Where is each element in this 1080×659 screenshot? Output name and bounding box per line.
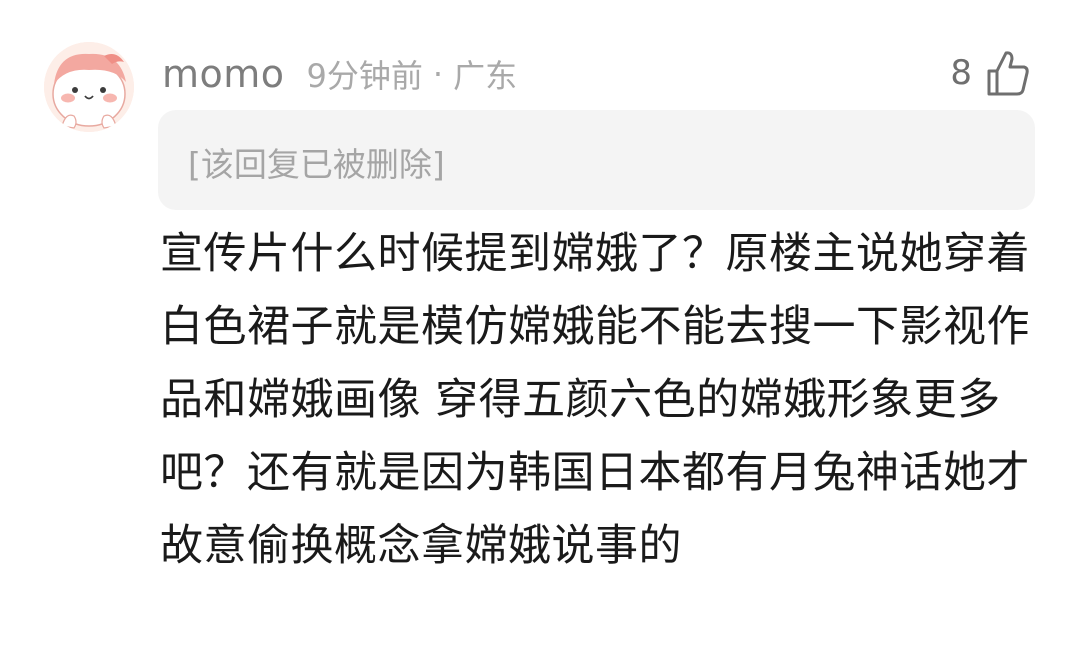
quoted-reply-text: [该回复已被删除] <box>188 145 445 184</box>
comment-header: momo 9分钟前 · 广东 <box>162 50 517 98</box>
quoted-reply[interactable]: [该回复已被删除] <box>158 110 1035 210</box>
comment-location: 广东 <box>453 57 518 95</box>
comment-body: 宣传片什么时候提到嫦娥了？原楼主说她穿着白色裙子就是模仿嫦娥能不能去搜一下影视作… <box>160 229 1030 571</box>
username[interactable]: momo <box>162 52 285 96</box>
thumbs-up-icon <box>987 51 1029 96</box>
cartoon-avatar-icon <box>44 42 134 132</box>
comment-item: momo 9分钟前 · 广东 8 [该回复已被删除] 宣传片什么时候提到嫦娥了？… <box>0 0 1080 659</box>
like-count: 8 <box>950 53 972 93</box>
comment-time: 9分钟前 <box>306 57 423 95</box>
avatar[interactable] <box>44 42 134 132</box>
like-button[interactable]: 8 <box>950 46 1030 100</box>
meta-separator: · <box>432 55 444 93</box>
